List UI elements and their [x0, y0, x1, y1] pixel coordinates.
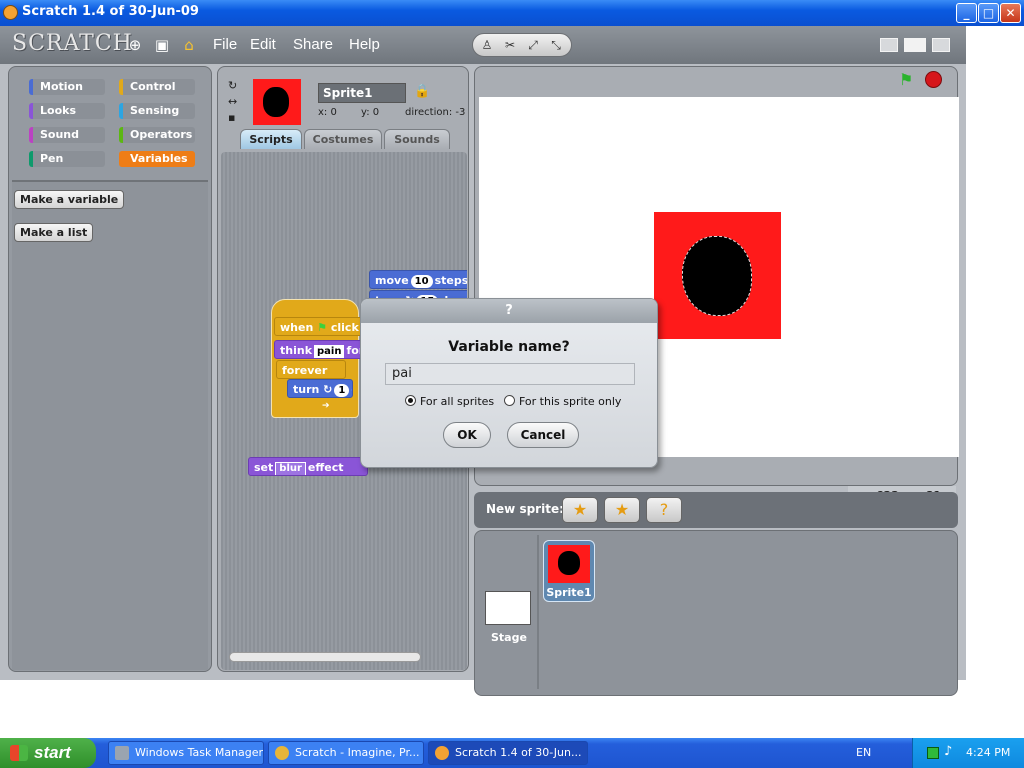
delete-scissors-icon[interactable]: ✂ [500, 36, 520, 54]
random-sprite-icon[interactable]: ? [646, 497, 682, 523]
window-titlebar[interactable]: Scratch 1.4 of 30-Jun-09 _ □ ✕ [0, 0, 1024, 26]
sprite-list-divider [537, 535, 539, 689]
forever-block[interactable]: forever [276, 360, 346, 379]
flip-style-icon[interactable]: ↔ [228, 95, 237, 108]
presentation-mode-icon[interactable] [932, 38, 950, 52]
maximize-button[interactable]: □ [978, 3, 999, 23]
make-variable-button[interactable]: Make a variable [14, 190, 125, 209]
no-rotate-icon[interactable]: ▪ [228, 111, 235, 124]
new-sprite-label: New sprite: [486, 502, 564, 516]
category-pen[interactable]: Pen [29, 151, 105, 167]
dialog-title: ? [361, 299, 657, 323]
language-indicator[interactable]: EN [856, 746, 871, 759]
volume-icon[interactable]: ♪ [944, 744, 952, 759]
radio-dot-selected [405, 395, 416, 406]
close-button[interactable]: ✕ [1000, 3, 1021, 23]
radio-for-this-sprite-only[interactable]: For this sprite only [504, 395, 621, 408]
task-scratch-browser[interactable]: Scratch - Imagine, Pr... [268, 741, 424, 765]
task-scratch-app[interactable]: Scratch 1.4 of 30-Jun... [428, 741, 588, 765]
ok-button[interactable]: OK [443, 422, 491, 448]
save-icon[interactable]: ▣ [153, 36, 171, 54]
turn-inner-block[interactable]: turn ↻1d [287, 379, 353, 398]
horizontal-scrollbar[interactable] [229, 652, 421, 662]
shrink-icon[interactable]: ⤡ [546, 36, 566, 54]
move-steps-block[interactable]: move 10 steps [369, 270, 467, 289]
radio-dot [504, 395, 515, 406]
menu-help[interactable]: Help [349, 36, 380, 53]
paint-new-sprite-icon[interactable]: ★ [562, 497, 598, 523]
block-palette: Motion Control Looks Sensing Sound Opera… [8, 66, 212, 672]
tab-sounds[interactable]: Sounds [384, 129, 450, 149]
variable-name-dialog: ? Variable name? pai For all sprites For… [360, 298, 658, 468]
think-for-block[interactable]: think pain for [274, 340, 364, 359]
network-icon[interactable] [927, 747, 939, 759]
loop-arrow-icon: ➔ [322, 401, 330, 411]
sprite1-thumbnail[interactable]: Sprite1 [543, 540, 595, 602]
sprite1-on-stage[interactable] [654, 212, 781, 339]
start-button[interactable]: start [0, 738, 96, 768]
lock-icon[interactable]: 🔒 [414, 84, 430, 99]
stage-thumbnail[interactable] [485, 591, 531, 625]
stop-button[interactable] [925, 71, 942, 88]
tab-costumes[interactable]: Costumes [304, 129, 382, 149]
radio-for-all-sprites[interactable]: For all sprites [405, 395, 494, 408]
menu-edit[interactable]: Edit [250, 36, 276, 53]
clock[interactable]: 4:24 PM [966, 746, 1010, 759]
green-flag-icon: ⚑ [317, 321, 328, 334]
green-flag-button[interactable]: ⚑ [899, 72, 917, 88]
cursor-tools: ♙ ✂ ⤢ ⤡ [472, 33, 572, 57]
rotate-style-icon[interactable]: ↻ [228, 79, 237, 92]
cancel-button[interactable]: Cancel [507, 422, 579, 448]
scratch-app-icon [3, 5, 18, 20]
tab-scripts[interactable]: Scripts [240, 129, 302, 149]
task-manager-icon [115, 746, 129, 760]
category-looks[interactable]: Looks [29, 103, 105, 119]
variable-name-input[interactable]: pai [385, 363, 635, 385]
task-windows-task-manager[interactable]: Windows Task Manager [108, 741, 264, 765]
minimize-button[interactable]: _ [956, 3, 977, 23]
taskbar: start Windows Task Manager Scratch - Ima… [0, 738, 1024, 768]
share-home-icon[interactable]: ⌂ [180, 36, 198, 54]
current-sprite-thumbnail [253, 79, 301, 125]
scratch-logo: SCRATCH [12, 31, 133, 56]
sprite-x: x: 0 [318, 107, 337, 118]
duplicate-icon[interactable]: ♙ [477, 36, 497, 54]
category-motion[interactable]: Motion [29, 79, 105, 95]
menu-share[interactable]: Share [293, 36, 333, 53]
when-flag-clicked-block[interactable]: when ⚑ click [274, 317, 364, 336]
set-effect-block[interactable]: set blur effect [248, 457, 368, 476]
make-list-button[interactable]: Make a list [14, 223, 94, 242]
category-variables[interactable]: Variables [119, 151, 195, 167]
choose-sprite-file-icon[interactable]: ★ [604, 497, 640, 523]
category-control[interactable]: Control [119, 79, 195, 95]
sprite-list: Stage Sprite1 [474, 530, 958, 696]
sprite1-image [548, 545, 590, 583]
sprite-direction: direction: -3 [405, 107, 466, 118]
category-sensing[interactable]: Sensing [119, 103, 195, 119]
stage-label: Stage [491, 631, 527, 644]
grow-icon[interactable]: ⤢ [523, 36, 543, 54]
menu-file[interactable]: File [213, 36, 237, 53]
palette-blocks-area: Make a variable Make a list [12, 180, 208, 670]
sprite-y: y: 0 [361, 107, 380, 118]
new-sprite-bar: New sprite: ★ ★ ? [474, 492, 958, 528]
window-title: Scratch 1.4 of 30-Jun-09 [22, 4, 199, 19]
small-stage-icon[interactable] [880, 38, 898, 52]
globe-icon[interactable]: ⊕ [126, 36, 144, 54]
sprite1-label: Sprite1 [546, 586, 592, 599]
category-sound[interactable]: Sound [29, 127, 105, 143]
sprite-name-field[interactable]: Sprite1 [318, 83, 406, 103]
dialog-prompt: Variable name? [448, 339, 570, 355]
scratch-task-icon [435, 746, 449, 760]
category-operators[interactable]: Operators [119, 127, 195, 143]
windows-logo-icon [10, 745, 28, 761]
chrome-icon [275, 746, 289, 760]
menu-bar: SCRATCH ⊕ ▣ ⌂ File Edit Share Help ♙ ✂ ⤢… [0, 26, 966, 64]
normal-stage-icon[interactable] [904, 38, 926, 52]
